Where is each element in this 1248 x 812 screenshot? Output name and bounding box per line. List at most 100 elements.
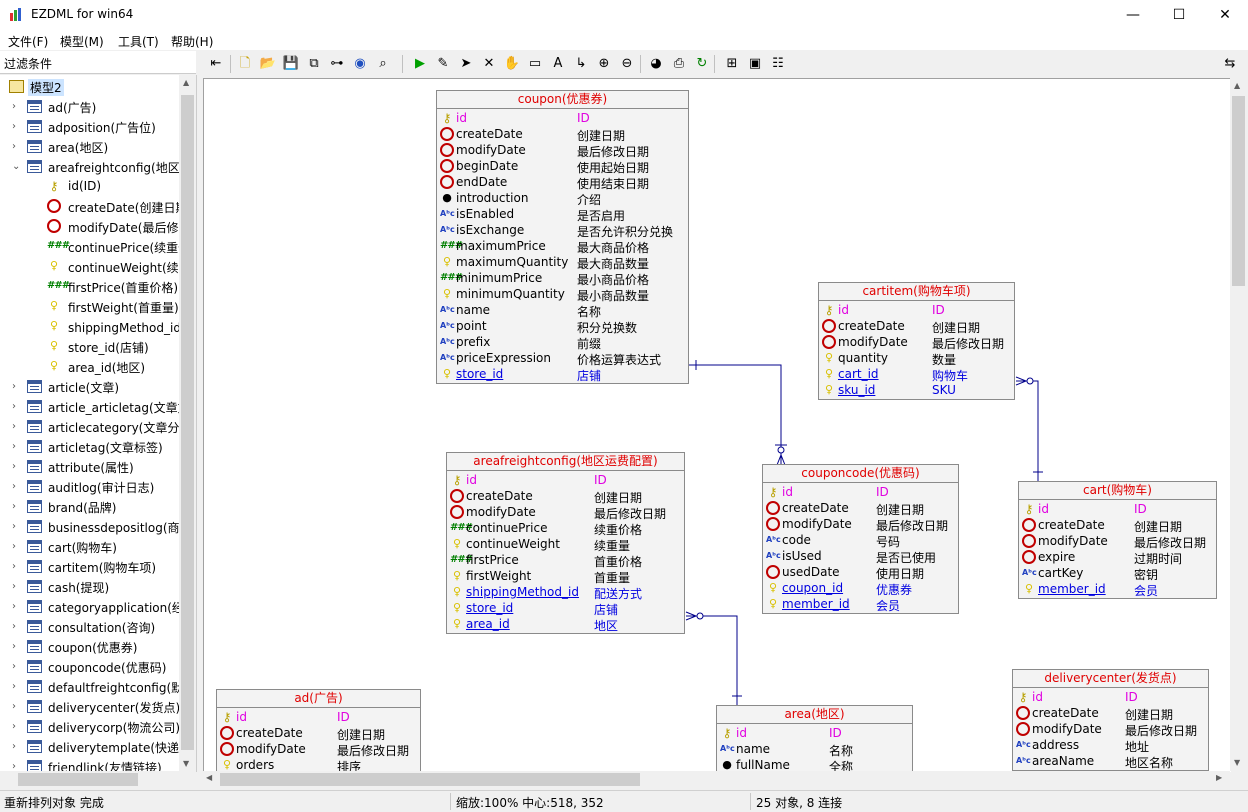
pen-icon[interactable]: ✎	[433, 54, 453, 74]
canvas-vscroll-thumb[interactable]	[1232, 96, 1245, 286]
entity-field[interactable]: usedDate 使用日期	[763, 564, 958, 581]
entity-field[interactable]: Aᵇc address 地址	[1013, 737, 1208, 754]
tree-scroll-thumb[interactable]	[181, 95, 194, 750]
layout-icon[interactable]: ⊞	[722, 54, 742, 74]
delete-icon[interactable]: ✕	[479, 54, 499, 74]
entity-field[interactable]: expire 过期时间	[1019, 549, 1216, 566]
tree-scrollbar[interactable]: ▲ ▼	[179, 75, 196, 772]
entity-field[interactable]: Aᵇc code 号码	[763, 532, 958, 549]
model-tree[interactable]: 模型2 › ad(广告) › adposition(广告位) › area(地区) ⌄ are…	[0, 75, 197, 772]
entity-field[interactable]: Aᵇc isEnabled 是否启用	[437, 206, 688, 223]
chevron-right-icon[interactable]: ›	[12, 642, 21, 652]
entity-field[interactable]: createDate 创建日期	[447, 488, 684, 505]
entity-field[interactable]: modifyDate 最后修改日期	[447, 504, 684, 521]
entity-table[interactable]: coupon(优惠券) ⚷ id ID createDate 创建日期 modifyDate…	[436, 90, 689, 384]
chevron-right-icon[interactable]: ›	[12, 142, 21, 152]
chevron-right-icon[interactable]: ›	[12, 762, 21, 772]
chevron-right-icon[interactable]: ›	[12, 602, 21, 612]
entity-field[interactable]: modifyDate 最后修改日期	[819, 334, 1014, 351]
maximize-icon[interactable]: ☐	[1156, 0, 1202, 30]
entity-field[interactable]: Aᵇc areaName 地区名称	[1013, 753, 1208, 770]
chevron-right-icon[interactable]: ›	[12, 122, 21, 132]
image-icon[interactable]: ▣	[745, 54, 765, 74]
chevron-down-icon[interactable]: ⌄	[12, 162, 21, 172]
eye-icon[interactable]: ◕	[646, 54, 666, 74]
canvas-hscroll-thumb[interactable]	[220, 773, 640, 786]
entity-field[interactable]: ⚷ id ID	[763, 484, 958, 500]
entity-field[interactable]: ● fullName 全称	[717, 757, 912, 772]
scroll-down-icon[interactable]: ▼	[183, 759, 189, 768]
menu-help[interactable]: 帮助(H)	[171, 33, 213, 50]
entity-field[interactable]: ### firstPrice 首重价格	[447, 552, 684, 569]
chevron-right-icon[interactable]: ›	[12, 482, 21, 492]
entity-field[interactable]: ♀ coupon_id 优惠券	[763, 580, 958, 597]
entity-field[interactable]: ♀ minimumQuantity 最小商品数量	[437, 286, 688, 303]
rect-icon[interactable]: ▭	[525, 54, 545, 74]
entity-field[interactable]: ♀ shippingMethod_id 配送方式	[447, 584, 684, 601]
tree-hscrollbar[interactable]	[0, 771, 179, 788]
close-icon[interactable]: ✕	[1202, 0, 1248, 30]
properties-icon[interactable]: ☷	[768, 54, 788, 74]
entity-table[interactable]: cartitem(购物车项) ⚷ id ID createDate 创建日期 modifyD…	[818, 282, 1015, 400]
text-icon[interactable]: A	[548, 54, 568, 74]
entity-field[interactable]: modifyDate 最后修改日期	[217, 741, 420, 758]
chevron-right-icon[interactable]: ›	[12, 442, 21, 452]
entity-field[interactable]: ⚷ id ID	[217, 709, 420, 725]
entity-field[interactable]: ♀ area_id 地区	[447, 616, 684, 633]
entity-field[interactable]: Aᵇc point 积分兑换数	[437, 318, 688, 335]
globe-icon[interactable]: ◉	[350, 54, 370, 74]
entity-field[interactable]: Aᵇc name 名称	[437, 302, 688, 319]
scroll-up-icon[interactable]: ▲	[183, 78, 189, 87]
copy-icon[interactable]: ⧉	[304, 54, 324, 74]
menu-file[interactable]: 文件(F)	[8, 33, 48, 50]
entity-field[interactable]: Aᵇc cartKey 密钥	[1019, 565, 1216, 582]
entity-field[interactable]: ♀ sku_id SKU	[819, 382, 1014, 398]
diagram-canvas[interactable]: coupon(优惠券) ⚷ id ID createDate 创建日期 modifyDate…	[203, 78, 1231, 772]
entity-field[interactable]: createDate 创建日期	[1019, 517, 1216, 534]
entity-field[interactable]: ♀ member_id 会员	[1019, 581, 1216, 598]
entity-field[interactable]: ⚷ id ID	[1013, 689, 1208, 705]
canvas-scroll-left-icon[interactable]: ◀	[206, 773, 212, 782]
canvas-scroll-right-icon[interactable]: ▶	[1216, 773, 1222, 782]
chevron-right-icon[interactable]: ›	[12, 502, 21, 512]
chevron-right-icon[interactable]: ›	[12, 102, 21, 112]
entity-field[interactable]: ♀ firstWeight 首重量	[447, 568, 684, 585]
entity-field[interactable]: Aᵇc isExchange 是否允许积分兑换	[437, 222, 688, 239]
chevron-right-icon[interactable]: ›	[12, 582, 21, 592]
entity-field[interactable]: createDate 创建日期	[763, 500, 958, 517]
entity-field[interactable]: ### continuePrice 续重价格	[447, 520, 684, 537]
print-icon[interactable]: ⎙	[669, 54, 689, 74]
entity-field[interactable]: Aᵇc priceExpression 价格运算表达式	[437, 350, 688, 367]
entity-field[interactable]: ### minimumPrice 最小商品价格	[437, 270, 688, 287]
entity-field[interactable]: createDate 创建日期	[819, 318, 1014, 335]
entity-field[interactable]: ⚷ id ID	[437, 110, 688, 126]
entity-field[interactable]: createDate 创建日期	[217, 725, 420, 742]
zoom-in-icon[interactable]: ⊕	[594, 54, 614, 74]
entity-field[interactable]: modifyDate 最后修改日期	[763, 516, 958, 533]
entity-field[interactable]: Aᵇc prefix 前缀	[437, 334, 688, 351]
entity-field[interactable]: Aᵇc name 名称	[717, 741, 912, 758]
menu-tools[interactable]: 工具(T)	[118, 33, 159, 50]
entity-field[interactable]: endDate 使用结束日期	[437, 174, 688, 191]
minimize-icon[interactable]: —	[1110, 0, 1156, 30]
chevron-right-icon[interactable]: ›	[12, 462, 21, 472]
entity-field[interactable]: ⚷ id ID	[447, 472, 684, 488]
window-toggle-icon[interactable]: ⇆	[1220, 54, 1240, 74]
entity-table[interactable]: ad(广告) ⚷ id ID createDate 创建日期 modifyDate 最后修改日…	[216, 689, 421, 772]
panel-toggle-icon[interactable]: ⇤	[206, 54, 226, 74]
chevron-right-icon[interactable]: ›	[12, 682, 21, 692]
entity-field[interactable]: ♀ orders 排序	[217, 757, 420, 772]
chevron-right-icon[interactable]: ›	[12, 622, 21, 632]
entity-field[interactable]: ● introduction 介绍	[437, 190, 688, 207]
canvas-hscrollbar[interactable]: ◀ ▶	[203, 771, 1230, 788]
entity-field[interactable]: createDate 创建日期	[437, 126, 688, 143]
link-icon[interactable]: ↳	[571, 54, 591, 74]
entity-field[interactable]: ⚷ id ID	[1019, 501, 1216, 517]
run-icon[interactable]: ▶	[410, 54, 430, 74]
entity-table[interactable]: deliverycenter(发货点) ⚷ id ID createDate 创建日期 mo…	[1012, 669, 1209, 771]
chevron-right-icon[interactable]: ›	[12, 402, 21, 412]
entity-field[interactable]: ### maximumPrice 最大商品价格	[437, 238, 688, 255]
refresh-icon[interactable]: ↻	[692, 54, 712, 74]
entity-field[interactable]: ⚷ id ID	[717, 725, 912, 741]
canvas-scroll-down-icon[interactable]: ▼	[1234, 758, 1240, 767]
